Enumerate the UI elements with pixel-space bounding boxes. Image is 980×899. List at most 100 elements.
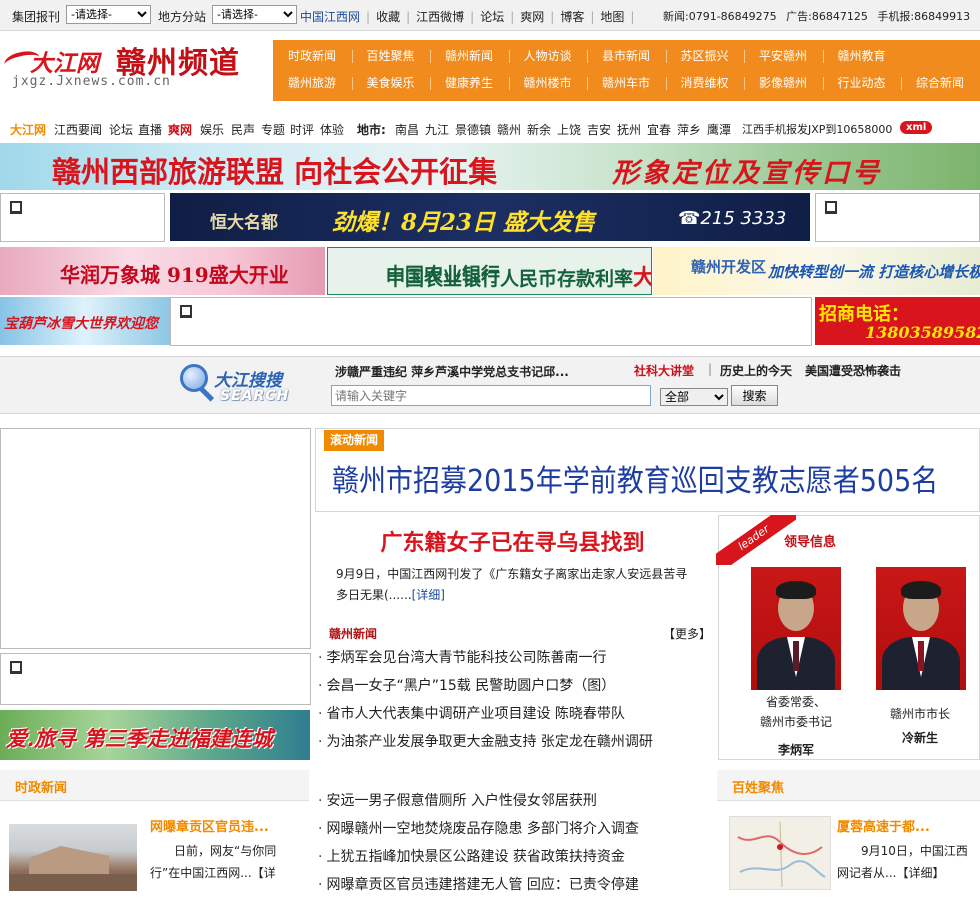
region-link[interactable]: 景德镇 — [455, 121, 491, 138]
search-scope-select[interactable]: 全部 — [660, 388, 728, 406]
leader-1-name[interactable]: 李炳军 — [740, 741, 852, 758]
politics-thumbnail[interactable] — [9, 824, 137, 891]
secondary-nav-item[interactable]: 民声 — [231, 121, 255, 138]
region-link[interactable]: 南昌 — [395, 121, 419, 138]
banner-tourism-slogan[interactable]: 赣州西部旅游联盟 向社会公开征集 形象定位及宣传口号 — [0, 143, 980, 190]
map-route-icon — [737, 821, 826, 888]
people-focus-header: 百姓聚焦 — [717, 770, 980, 801]
news-list-item[interactable]: 上犹五指峰加快景区公路建设 获省政策扶持资金 — [318, 843, 639, 871]
left-ad-placeholder[interactable] — [0, 428, 311, 649]
region-link[interactable]: 宜春 — [647, 121, 671, 138]
news-list-item[interactable]: 网曝章贡区官员违建搭建无人管 回应：已责令停建 — [318, 871, 638, 899]
secondary-nav-item[interactable]: 时评 — [290, 121, 314, 138]
main-nav-item[interactable]: 县市新闻 — [587, 48, 665, 64]
region-link[interactable]: 赣州 — [497, 121, 521, 138]
main-nav-item[interactable]: 行业动态 — [823, 75, 901, 91]
site-logo[interactable]: 大江网 赣州频道 jxgz.Jxnews.com.cn — [0, 30, 272, 110]
news-list-item[interactable]: 安远一男子假意借厕所 入户性侵女邻居获刑 — [318, 787, 639, 815]
top-link[interactable]: 中国江西网 — [300, 10, 360, 24]
news-list-item[interactable]: 为油茶产业发展争取更大金融支持 张定龙在赣州调研 — [318, 728, 652, 756]
banner-ice-world[interactable]: 宝葫芦冰雪大世界欢迎您 — [0, 297, 170, 345]
top-story-detail-link[interactable]: [详细] — [412, 588, 445, 602]
banner-investment-hotline[interactable]: 招商电话： 13803589582 — [815, 297, 980, 345]
top-link-separator: | — [510, 10, 515, 24]
leader-2-name[interactable]: 冷新生 — [864, 729, 976, 746]
main-nav-item[interactable]: 赣州旅游 — [273, 75, 351, 91]
news-list-item[interactable]: 会昌一女子“黑户”15载 民警助圆户口梦（图） — [318, 672, 653, 700]
main-nav-item[interactable]: 人物访谈 — [509, 48, 587, 64]
ad-placeholder[interactable] — [0, 193, 165, 242]
secondary-nav-item[interactable]: 江西要闻 — [54, 121, 102, 138]
xml-badge[interactable]: xml — [900, 121, 933, 134]
news-label: 新闻: — [663, 10, 689, 23]
main-nav-item[interactable]: 综合新闻 — [901, 75, 979, 91]
region-link[interactable]: 鹰潭 — [707, 121, 731, 138]
secondary-nav-item[interactable]: 直播 — [138, 121, 162, 138]
people-focus-map-thumbnail[interactable] — [729, 816, 831, 890]
main-nav-item[interactable]: 苏区振兴 — [666, 48, 744, 64]
group-press-select[interactable]: -请选择- — [66, 5, 151, 24]
search-input[interactable] — [331, 385, 651, 406]
secondary-nav-item[interactable]: 娱乐 — [200, 121, 224, 138]
ad-placeholder[interactable] — [170, 297, 812, 346]
region-link[interactable]: 吉安 — [587, 121, 611, 138]
people-focus-title[interactable]: 百姓聚焦 — [732, 777, 784, 796]
region-link[interactable]: 萍乡 — [677, 121, 701, 138]
top-link[interactable]: 论坛 — [480, 10, 504, 24]
main-nav-item[interactable]: 赣州车市 — [587, 75, 665, 91]
top-link[interactable]: 博客 — [560, 10, 584, 24]
local-station-select[interactable]: -请选择- — [212, 5, 297, 24]
logo-site-name: 大江网 — [30, 50, 99, 77]
top-story-headline[interactable]: 广东籍女子已在寻乌县找到 — [315, 525, 710, 557]
news-list-item[interactable]: 李炳军会见台湾大青节能科技公司陈善南一行 — [318, 644, 653, 672]
hot-link-4[interactable]: 美国遭受恐怖袭击 — [805, 362, 901, 379]
search-button[interactable]: 搜索 — [731, 385, 778, 406]
hot-link-1[interactable]: 涉赣严重违纪 萍乡芦溪中学党总支书记邱... — [335, 363, 569, 380]
main-nav-item[interactable]: 赣州教育 — [823, 48, 901, 64]
region-link[interactable]: 新余 — [527, 121, 551, 138]
banner-dev-zone[interactable]: 赣州开发区 加快转型创一流 打造核心增长极 — [653, 247, 980, 295]
secondary-nav-item[interactable]: 论坛 — [109, 121, 133, 138]
people-focus-sub-headline[interactable]: 厦蓉高速于都... — [837, 816, 930, 835]
ganzhou-news-title[interactable]: 赣州新闻 — [329, 625, 377, 642]
main-nav-item[interactable]: 美食娱乐 — [352, 75, 430, 91]
banner-abc-bank[interactable]: 中国农业银行 中国农业银行人民币存款利率大优惠 — [327, 247, 652, 295]
leader-photo-tie — [918, 641, 924, 671]
rolling-news-headline[interactable]: 赣州市招募2015年学前教育巡回支教志愿者505名 — [332, 456, 938, 500]
main-nav-item[interactable]: 健康养生 — [430, 75, 508, 91]
politics-title[interactable]: 时政新闻 — [15, 777, 67, 796]
hot-link-2[interactable]: 社科大讲堂 — [634, 362, 694, 379]
region-link[interactable]: 九江 — [425, 121, 449, 138]
main-nav-item[interactable]: 平安赣州 — [744, 48, 822, 64]
leader-photo-2[interactable] — [876, 567, 966, 690]
main-nav-item[interactable]: 影像赣州 — [744, 75, 822, 91]
main-nav-item[interactable]: 赣州楼市 — [509, 75, 587, 91]
hot-link-3[interactable]: 历史上的今天 — [720, 362, 792, 379]
secondary-nav-item[interactable]: 大江网 — [10, 121, 46, 138]
top-link[interactable]: 江西微博 — [416, 10, 464, 24]
rolling-news-tab[interactable]: 滚动新闻 — [324, 430, 384, 451]
main-nav-item[interactable]: 消费维权 — [666, 75, 744, 91]
ganzhou-news-more-link[interactable]: 【更多】 — [663, 625, 711, 642]
main-nav-item[interactable]: 赣州新闻 — [430, 48, 508, 64]
politics-sub-headline[interactable]: 网曝章贡区官员违... — [150, 816, 269, 835]
region-link[interactable]: 上饶 — [557, 121, 581, 138]
news-list-item[interactable]: 网曝赣州一空地焚烧废品存隐患 多部门将介入调查 — [318, 815, 638, 843]
top-link[interactable]: 收藏 — [376, 10, 400, 24]
left-ad-placeholder-small[interactable] — [0, 653, 311, 705]
news-list-item[interactable]: 省市人大代表集中调研产业项目建设 陈晓春带队 — [318, 700, 653, 728]
leader-photo-1[interactable] — [751, 567, 841, 690]
banner-mixc[interactable]: 华润万象城 919盛大开业 — [0, 247, 325, 295]
secondary-nav-item[interactable]: 体验 — [320, 121, 344, 138]
ad-placeholder[interactable] — [815, 193, 980, 242]
secondary-nav-item[interactable]: 专题 — [261, 121, 285, 138]
region-link[interactable]: 抚州 — [617, 121, 641, 138]
top-link[interactable]: 地图 — [600, 10, 624, 24]
banner-travel[interactable]: 爱.旅寻 第三季走进福建连城 — [0, 710, 310, 760]
top-link[interactable]: 爽网 — [520, 10, 544, 24]
secondary-nav-item[interactable]: 爽网 — [168, 121, 192, 138]
main-nav-item[interactable]: 百姓聚焦 — [352, 48, 430, 64]
hot-separator: | — [708, 362, 713, 376]
banner-evergrande[interactable]: 恒大名都 劲爆！8月23日 盛大发售 ☎215 3333 — [170, 193, 810, 241]
main-nav-item[interactable]: 时政新闻 — [273, 48, 351, 64]
